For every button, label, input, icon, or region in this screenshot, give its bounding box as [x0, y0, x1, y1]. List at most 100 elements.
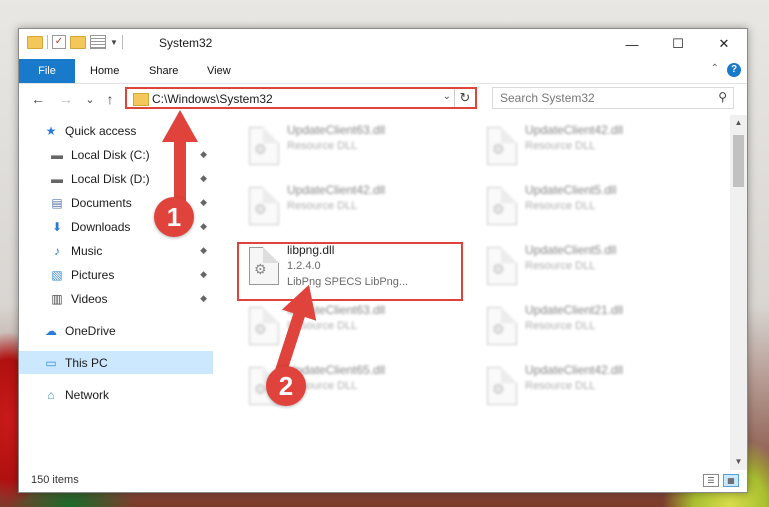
- title-bar: ✓ ▼ System32 — ☐ ✕: [19, 29, 747, 59]
- close-button[interactable]: ✕: [701, 29, 747, 59]
- details-view-button[interactable]: ☰: [703, 474, 719, 487]
- vertical-scrollbar[interactable]: ▲ ▼: [730, 115, 747, 470]
- navigation-bar: ← → ⌄ ↑ C:\Windows\System32 ⌄ ↻ Search S…: [19, 83, 747, 115]
- sidebar-item-label: OneDrive: [65, 323, 116, 338]
- gear-icon: ⚙: [492, 201, 505, 217]
- file-item[interactable]: ⚙ UpdateClient5.dll Resource DLL: [477, 179, 701, 235]
- network-icon: ⌂: [47, 387, 55, 402]
- file-name: UpdateClient42.dll: [525, 363, 624, 377]
- sidebar-item-label: Network: [65, 387, 110, 402]
- tab-file[interactable]: File: [19, 59, 75, 83]
- search-icon[interactable]: ⚲: [718, 90, 727, 104]
- window-title: System32: [159, 36, 213, 50]
- pin-icon[interactable]: ◆: [200, 221, 207, 232]
- scrollbar-thumb[interactable]: [733, 135, 744, 187]
- music-icon: ♪: [54, 243, 60, 258]
- sidebar-item-videos[interactable]: ▥ Videos ◆: [19, 287, 213, 310]
- sidebar-item-label: Local Disk (D:): [71, 171, 150, 186]
- tab-share[interactable]: Share: [149, 59, 178, 83]
- help-icon[interactable]: ?: [727, 63, 741, 77]
- expand-ribbon-icon[interactable]: ⌃: [711, 63, 719, 74]
- back-button[interactable]: ←: [29, 89, 47, 109]
- refresh-button[interactable]: ↻: [454, 89, 475, 107]
- recent-locations-button[interactable]: ⌄: [81, 89, 99, 109]
- videos-icon: ▥: [51, 291, 63, 306]
- minimize-button[interactable]: —: [609, 29, 655, 59]
- file-description: Resource DLL: [525, 200, 596, 212]
- downloads-icon: ⬇: [51, 219, 63, 234]
- file-item[interactable]: ⚙ UpdateClient42.dll Resource DLL: [477, 119, 701, 175]
- sidebar-item-label: Local Disk (C:): [71, 147, 150, 162]
- annotation-badge-1: 1: [154, 197, 194, 237]
- file-name: UpdateClient21.dll: [525, 303, 624, 317]
- file-description: Resource DLL: [525, 320, 596, 332]
- gear-icon: ⚙: [492, 381, 505, 397]
- tiles-view-button[interactable]: ▦: [723, 474, 739, 487]
- sidebar-item-this-pc[interactable]: ▭ This PC: [19, 351, 213, 374]
- gear-icon: ⚙: [254, 201, 267, 217]
- properties-check-icon[interactable]: ✓: [52, 35, 66, 49]
- file-item[interactable]: ⚙ UpdateClient63.dll Resource DLL: [239, 119, 463, 175]
- status-bar: 150 items ☰ ▦: [19, 470, 747, 492]
- dll-file-icon: ⚙: [249, 127, 279, 165]
- chevron-down-icon[interactable]: ▼: [110, 38, 118, 47]
- forward-button[interactable]: →: [57, 89, 75, 109]
- file-description: Resource DLL: [287, 140, 358, 152]
- sidebar-item-pictures[interactable]: ▧ Pictures ◆: [19, 263, 213, 286]
- file-description: Resource DLL: [525, 260, 596, 272]
- sidebar-item-network[interactable]: ⌂ Network: [19, 383, 213, 406]
- tab-view[interactable]: View: [207, 59, 231, 83]
- file-item[interactable]: ⚙ UpdateClient5.dll Resource DLL: [477, 239, 701, 295]
- pin-icon[interactable]: ◆: [200, 269, 207, 280]
- sidebar-item-music[interactable]: ♪ Music ◆: [19, 239, 213, 262]
- file-item[interactable]: ⚙ UpdateClient21.dll Resource DLL: [477, 299, 701, 355]
- sidebar-item-label: Quick access: [65, 123, 137, 138]
- scroll-down-button[interactable]: ▼: [730, 454, 747, 470]
- address-path[interactable]: C:\Windows\System32: [152, 92, 273, 106]
- dll-file-icon: ⚙: [487, 187, 517, 225]
- sidebar-item-label: Documents: [71, 195, 132, 210]
- dll-file-icon: ⚙: [249, 187, 279, 225]
- pin-icon[interactable]: ◆: [200, 245, 207, 256]
- gear-icon: ⚙: [254, 141, 267, 157]
- sidebar-item-label: Music: [71, 243, 103, 258]
- tab-home[interactable]: Home: [90, 59, 119, 83]
- address-bar[interactable]: C:\Windows\System32 ⌄ ↻: [125, 87, 477, 109]
- computer-icon: ▭: [45, 355, 57, 370]
- file-description: Resource DLL: [287, 200, 358, 212]
- properties-icon[interactable]: [90, 35, 106, 49]
- file-item[interactable]: ⚙ UpdateClient42.dll Resource DLL: [239, 179, 463, 235]
- folder-icon: [27, 35, 43, 49]
- dll-file-icon: ⚙: [487, 307, 517, 345]
- annotation-badge-2: 2: [266, 366, 306, 406]
- maximize-button[interactable]: ☐: [655, 29, 701, 59]
- chevron-down-icon[interactable]: ⌄: [443, 91, 451, 102]
- pin-icon[interactable]: ◆: [200, 293, 207, 304]
- sidebar-item-label: Pictures: [71, 267, 115, 282]
- sidebar-item-onedrive[interactable]: ☁ OneDrive: [19, 319, 213, 342]
- file-name: UpdateClient63.dll: [287, 123, 386, 137]
- search-box[interactable]: Search System32 ⚲: [492, 87, 734, 109]
- gear-icon: ⚙: [492, 141, 505, 157]
- gear-icon: ⚙: [492, 321, 505, 337]
- file-item[interactable]: ⚙ UpdateClient42.dll Resource DLL: [477, 359, 701, 415]
- scroll-up-button[interactable]: ▲: [730, 115, 747, 131]
- search-input[interactable]: Search System32: [500, 91, 595, 105]
- drive-icon: ▬: [51, 171, 63, 186]
- file-name: UpdateClient42.dll: [287, 183, 386, 197]
- sidebar-item-label: This PC: [65, 355, 108, 370]
- sidebar-item-label: Videos: [71, 291, 108, 306]
- drive-icon: ▬: [51, 147, 63, 162]
- folder-icon: [133, 93, 149, 106]
- up-button[interactable]: ↑: [101, 89, 119, 109]
- sidebar-item-label: Downloads: [71, 219, 131, 234]
- file-name: UpdateClient5.dll: [525, 243, 617, 257]
- cloud-icon: ☁: [45, 323, 57, 338]
- new-folder-icon[interactable]: [70, 35, 86, 49]
- toolbar-divider: [121, 35, 123, 49]
- file-description: Resource DLL: [525, 380, 596, 392]
- ribbon-tabs: File Home Share View ⌃ ?: [19, 59, 747, 84]
- toolbar-divider: [47, 35, 48, 49]
- file-name: UpdateClient42.dll: [525, 123, 624, 137]
- gear-icon: ⚙: [492, 261, 505, 277]
